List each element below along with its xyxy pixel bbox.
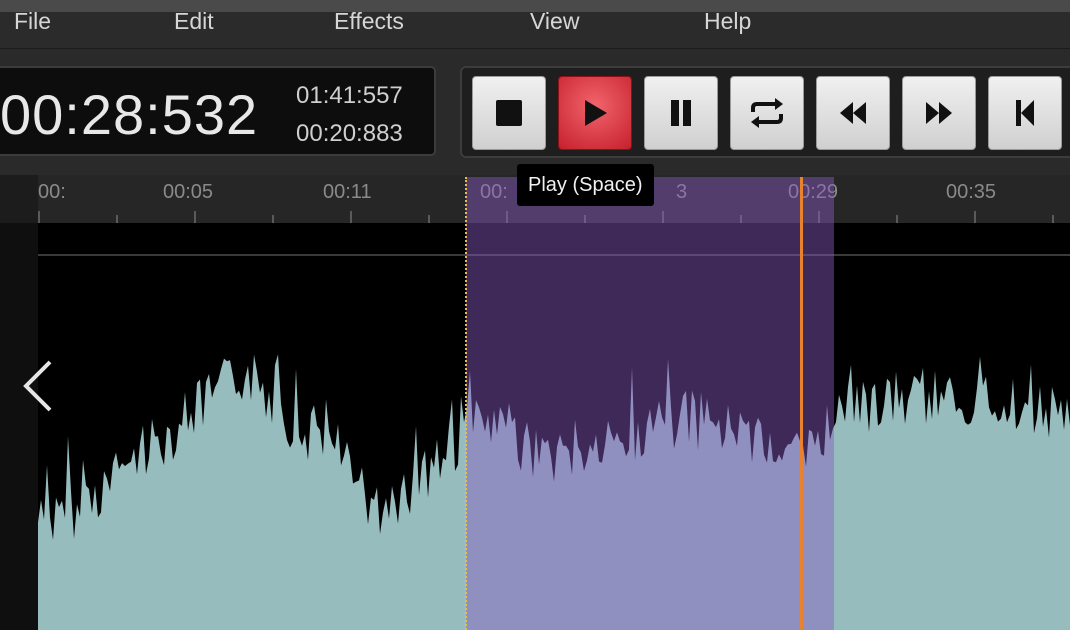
menu-view[interactable]: View [530,8,579,35]
time-display: 00:28:532 01:41:557 00:20:883 [0,66,436,156]
skip-to-start-button[interactable] [988,76,1062,150]
ruler-tick [116,215,118,223]
ruler-tick [38,211,40,223]
pause-button[interactable] [644,76,718,150]
waveform-area[interactable] [0,177,1070,630]
ruler-label: 00:05 [163,181,214,203]
transport-controls [460,66,1070,158]
fast-forward-icon [924,102,954,124]
skip-to-start-icon [1014,100,1036,126]
toolbar: 00:28:532 01:41:557 00:20:883 [0,49,1070,175]
menu-file[interactable]: File [14,8,51,35]
ruler-tick [350,211,352,223]
ruler-tick [974,211,976,223]
menu-help[interactable]: Help [704,8,751,35]
stop-icon [496,100,522,126]
menu-bar: File Edit Effects View Help [0,8,1070,49]
selection-length: 00:20:883 [296,120,403,147]
play-icon [583,100,607,126]
ruler-tick [272,215,274,223]
current-time: 00:28:532 [0,83,259,146]
ruler-label: 00:35 [946,181,997,203]
ruler-tick [194,211,196,223]
stop-button[interactable] [472,76,546,150]
ruler-tick [428,215,430,223]
chevron-left-icon[interactable] [18,358,58,419]
ruler-tick [896,215,898,223]
play-tooltip: Play (Space) [517,164,654,206]
ruler-label: 00: [38,181,66,203]
fast-forward-button[interactable] [902,76,976,150]
loop-button[interactable] [730,76,804,150]
ruler-label: 00:11 [323,181,372,203]
menu-effects[interactable]: Effects [334,8,404,35]
rewind-icon [838,102,868,124]
play-button[interactable] [558,76,632,150]
menu-edit[interactable]: Edit [174,8,214,35]
pause-icon [669,100,693,126]
total-duration: 01:41:557 [296,82,403,109]
selection-region[interactable] [466,177,834,630]
selection-start-marker[interactable] [465,177,467,630]
ruler-tick [1052,215,1054,223]
rewind-button[interactable] [816,76,890,150]
playhead[interactable] [800,177,803,630]
loop-icon [749,98,785,128]
